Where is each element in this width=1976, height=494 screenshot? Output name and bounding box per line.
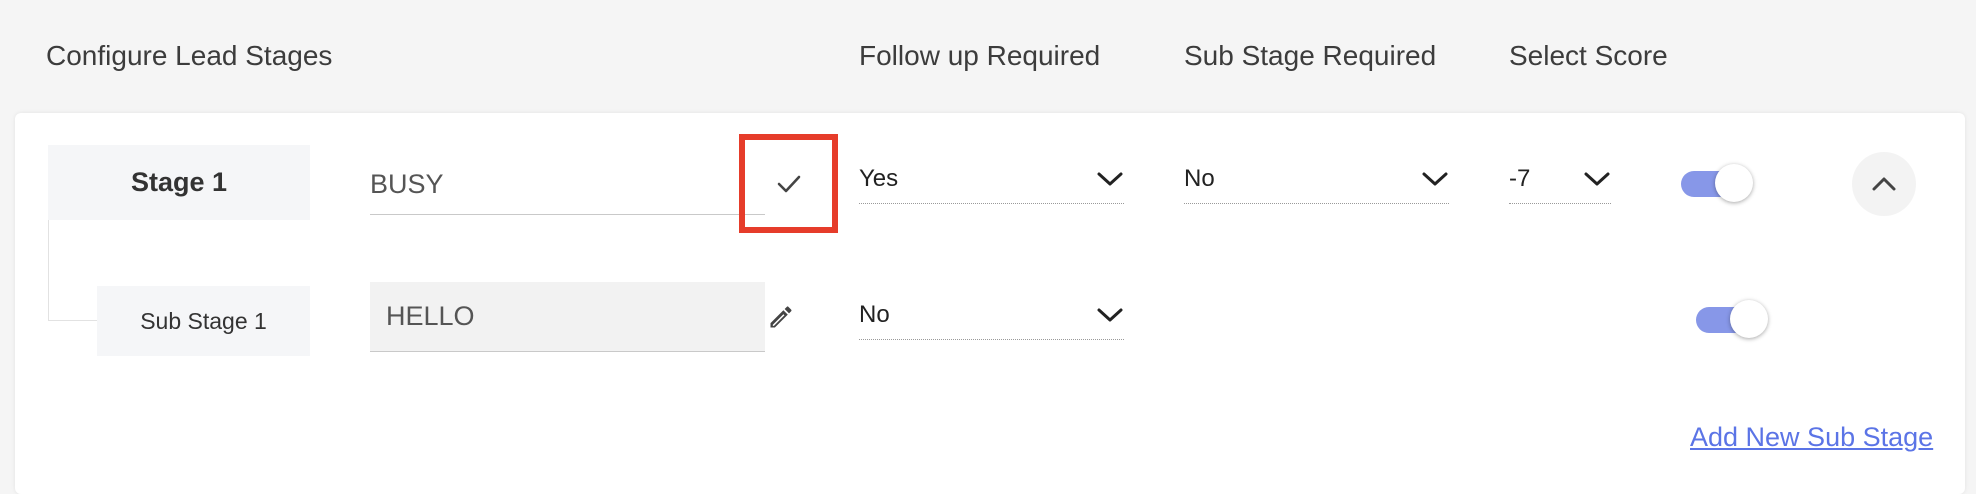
stage-score-select[interactable]: -7: [1509, 154, 1611, 204]
configure-lead-stages-title: Configure Lead Stages: [46, 40, 333, 71]
stage-name-input[interactable]: BUSY: [370, 155, 765, 215]
toggle-knob: [1730, 300, 1768, 338]
select-score-header: Select Score: [1509, 40, 1668, 71]
follow-up-required-header: Follow up Required: [859, 40, 1101, 71]
stage-name-value: BUSY: [370, 169, 444, 199]
stage-label: Stage 1: [130, 167, 228, 197]
collapse-stage-button[interactable]: [1852, 152, 1916, 216]
stage-label-box: Stage 1: [48, 145, 310, 220]
sub-stage-name-input[interactable]: HELLO: [370, 282, 765, 352]
tree-connector-horizontal: [48, 320, 97, 321]
chevron-down-icon: [1097, 308, 1123, 321]
sub-stage-follow-up-value: No: [859, 300, 890, 328]
check-icon: [777, 175, 800, 192]
chevron-down-icon: [1097, 172, 1123, 185]
stage-follow-up-value: Yes: [859, 164, 899, 192]
edit-sub-stage-button[interactable]: [764, 300, 798, 334]
sub-stage-label: Sub Stage 1: [140, 307, 267, 334]
confirm-stage-name-button[interactable]: [739, 134, 838, 233]
chevron-down-icon: [1584, 172, 1610, 185]
stage-follow-up-select[interactable]: Yes: [859, 154, 1124, 204]
sub-stage-required-header: Sub Stage Required: [1184, 40, 1437, 71]
stage-enabled-toggle[interactable]: [1681, 164, 1753, 202]
toggle-knob: [1715, 164, 1753, 202]
column-header-bar: Configure Lead Stages Follow up Required…: [0, 0, 1976, 112]
sub-stage-label-box: Sub Stage 1: [97, 286, 310, 356]
chevron-down-icon: [1422, 172, 1448, 185]
pencil-icon: [770, 306, 792, 328]
sub-stage-follow-up-select[interactable]: No: [859, 290, 1124, 340]
sub-stage-name-value: HELLO: [386, 301, 475, 331]
stage-score-value: -7: [1509, 164, 1531, 192]
chevron-up-icon: [1872, 177, 1896, 191]
tree-connector-vertical: [48, 220, 49, 320]
stage-sub-stage-select[interactable]: No: [1184, 154, 1449, 204]
stage-sub-stage-value: No: [1184, 164, 1215, 192]
add-new-sub-stage-link[interactable]: Add New Sub Stage: [1690, 422, 1933, 453]
sub-stage-enabled-toggle[interactable]: [1696, 300, 1768, 338]
